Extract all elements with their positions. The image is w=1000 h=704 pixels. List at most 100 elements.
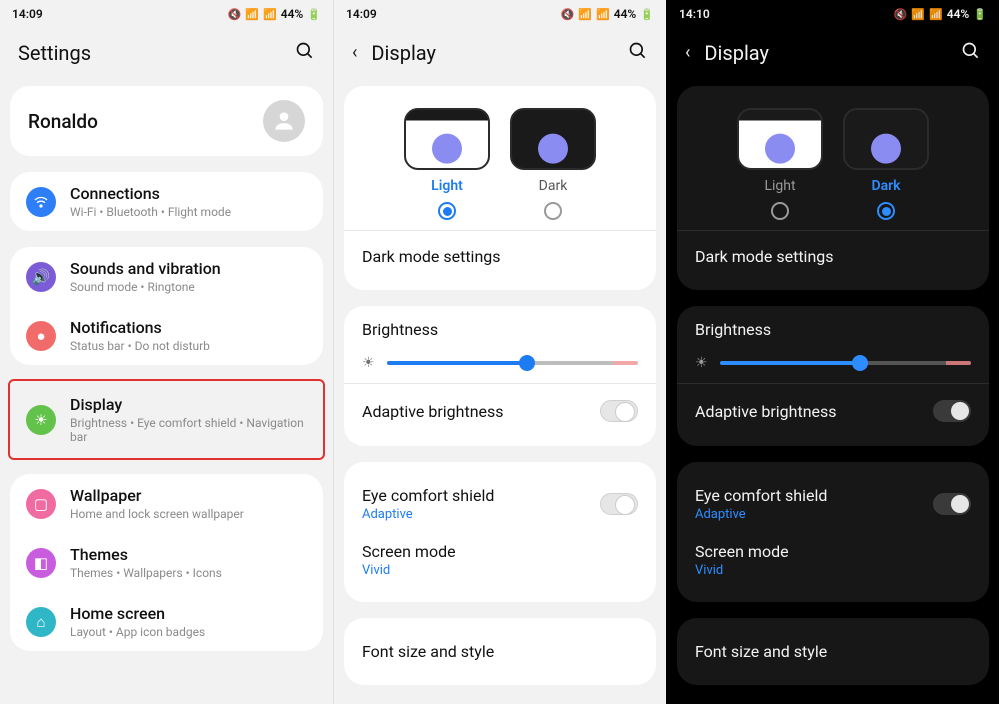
mute-icon: 🔇 <box>228 8 242 21</box>
display-options-section: Eye comfort shield Adaptive Screen mode … <box>344 462 656 602</box>
sun-icon: ☀ <box>362 355 375 371</box>
status-time: 14:10 <box>679 7 710 21</box>
item-sub: Sound mode • Ringtone <box>70 280 221 294</box>
item-sounds[interactable]: 🔊 Sounds and vibration Sound mode • Ring… <box>10 247 323 306</box>
status-battery: 44% <box>281 7 304 21</box>
mute-icon: 🔇 <box>894 8 908 21</box>
card-wallpaper-themes: ▢ Wallpaper Home and lock screen wallpap… <box>10 474 323 651</box>
row-dark-mode-settings[interactable]: Dark mode settings <box>695 237 971 276</box>
radio-off-icon[interactable] <box>544 202 562 220</box>
card-connections: Connections Wi-Fi • Bluetooth • Flight m… <box>10 172 323 231</box>
row-font[interactable]: Font size and style <box>362 632 638 671</box>
item-sub: Layout • App icon badges <box>70 625 205 639</box>
item-title: Sounds and vibration <box>70 259 221 278</box>
radio-on-icon[interactable] <box>877 202 895 220</box>
theme-dark-label: Dark <box>871 178 900 194</box>
phone-display-light: 14:09 🔇 📶 📶 44% 🔋 ‹ Display Light Dark <box>333 0 666 704</box>
item-wallpaper[interactable]: ▢ Wallpaper Home and lock screen wallpap… <box>10 474 323 533</box>
row-adaptive-brightness[interactable]: Adaptive brightness <box>695 390 971 432</box>
brightness-slider[interactable] <box>720 361 971 365</box>
card-sound-notif: 🔊 Sounds and vibration Sound mode • Ring… <box>10 247 323 365</box>
item-title: Themes <box>70 545 222 564</box>
item-home-screen[interactable]: ⌂ Home screen Layout • App icon badges <box>10 592 323 651</box>
item-sub: Status bar • Do not disturb <box>70 339 210 353</box>
brightness-label: Brightness <box>362 320 438 339</box>
theme-dark-option[interactable]: Dark <box>510 108 596 220</box>
back-button[interactable]: ‹ <box>685 44 690 62</box>
mute-icon: 🔇 <box>561 8 575 21</box>
item-sub: Home and lock screen wallpaper <box>70 507 244 521</box>
sun-icon: ☀ <box>26 405 56 435</box>
sun-icon: ☀ <box>695 355 708 371</box>
theme-dark-thumb <box>843 108 929 170</box>
search-icon[interactable] <box>295 41 315 66</box>
toggle-adaptive[interactable] <box>600 400 638 422</box>
item-themes[interactable]: ◧ Themes Themes • Wallpapers • Icons <box>10 533 323 592</box>
highlight-box: ☀ Display Brightness • Eye comfort shiel… <box>8 379 325 460</box>
brightness-label: Brightness <box>695 320 771 339</box>
row-screen-mode[interactable]: Screen mode Vivid <box>362 532 638 588</box>
font-section: Font size and style <box>344 618 656 685</box>
bell-icon: ● <box>26 321 56 351</box>
theme-dark-option[interactable]: Dark <box>843 108 929 220</box>
wifi-icon: 📶 <box>245 8 259 21</box>
row-dark-mode-settings[interactable]: Dark mode settings <box>362 237 638 276</box>
status-bar: 14:09 🔇 📶 📶 44% 🔋 <box>0 0 333 28</box>
item-connections[interactable]: Connections Wi-Fi • Bluetooth • Flight m… <box>10 172 323 231</box>
item-sub: Wi-Fi • Bluetooth • Flight mode <box>70 205 231 219</box>
theme-light-thumb <box>404 108 490 170</box>
item-title: Connections <box>70 184 231 203</box>
home-icon: ⌂ <box>26 607 56 637</box>
item-title: Display <box>70 395 307 414</box>
row-font[interactable]: Font size and style <box>695 632 971 671</box>
page-title: Display <box>704 41 947 65</box>
font-section: Font size and style <box>677 618 989 685</box>
back-button[interactable]: ‹ <box>352 44 357 62</box>
status-bar: 14:09 🔇 📶 📶 44% 🔋 <box>334 0 666 28</box>
status-bar: 14:10 🔇 📶 📶 44% 🔋 <box>667 0 999 28</box>
item-display[interactable]: ☀ Display Brightness • Eye comfort shiel… <box>10 383 323 456</box>
row-eye-comfort[interactable]: Eye comfort shield Adaptive <box>362 476 638 532</box>
slider-thumb[interactable] <box>519 355 535 371</box>
search-icon[interactable] <box>961 41 981 66</box>
phone-settings: 14:09 🔇 📶 📶 44% 🔋 Settings Ronaldo Conne… <box>0 0 333 704</box>
radio-on-icon[interactable] <box>438 202 456 220</box>
search-icon[interactable] <box>628 41 648 66</box>
theme-section: Light Dark Dark mode settings <box>344 86 656 290</box>
theme-light-thumb <box>737 108 823 170</box>
slider-thumb[interactable] <box>852 355 868 371</box>
row-screen-mode[interactable]: Screen mode Vivid <box>695 532 971 588</box>
phone-display-dark: 14:10 🔇 📶 📶 44% 🔋 ‹ Display Light Dark <box>666 0 999 704</box>
toggle-adaptive[interactable] <box>933 400 971 422</box>
toggle-eye-comfort[interactable] <box>600 493 638 515</box>
battery-icon: 🔋 <box>973 8 987 21</box>
brightness-slider[interactable] <box>387 361 638 365</box>
item-sub: Themes • Wallpapers • Icons <box>70 566 222 580</box>
signal-icon: 📶 <box>263 8 277 21</box>
wifi-icon: 📶 <box>911 8 925 21</box>
theme-light-option[interactable]: Light <box>404 108 490 220</box>
item-notifications[interactable]: ● Notifications Status bar • Do not dist… <box>10 306 323 365</box>
avatar-icon <box>263 100 305 142</box>
theme-light-option[interactable]: Light <box>737 108 823 220</box>
theme-section: Light Dark Dark mode settings <box>677 86 989 290</box>
row-adaptive-brightness[interactable]: Adaptive brightness <box>362 390 638 432</box>
brightness-section: Brightness ☀ Adaptive brightness <box>344 306 656 446</box>
toggle-eye-comfort[interactable] <box>933 493 971 515</box>
row-eye-comfort[interactable]: Eye comfort shield Adaptive <box>695 476 971 532</box>
signal-icon: 📶 <box>929 8 943 21</box>
theme-light-label: Light <box>764 178 795 194</box>
brightness-section: Brightness ☀ Adaptive brightness <box>677 306 989 446</box>
item-title: Notifications <box>70 318 210 337</box>
profile-card[interactable]: Ronaldo <box>10 86 323 156</box>
page-title: Settings <box>18 41 281 65</box>
brightness-slider-row: ☀ <box>695 349 971 377</box>
theme-dark-label: Dark <box>539 178 568 194</box>
item-title: Home screen <box>70 604 205 623</box>
radio-off-icon[interactable] <box>771 202 789 220</box>
battery-icon: 🔋 <box>307 8 321 21</box>
header: ‹ Display <box>334 28 666 78</box>
signal-icon: 📶 <box>596 8 610 21</box>
brightness-slider-row: ☀ <box>362 349 638 377</box>
wifi-icon: 📶 <box>578 8 592 21</box>
